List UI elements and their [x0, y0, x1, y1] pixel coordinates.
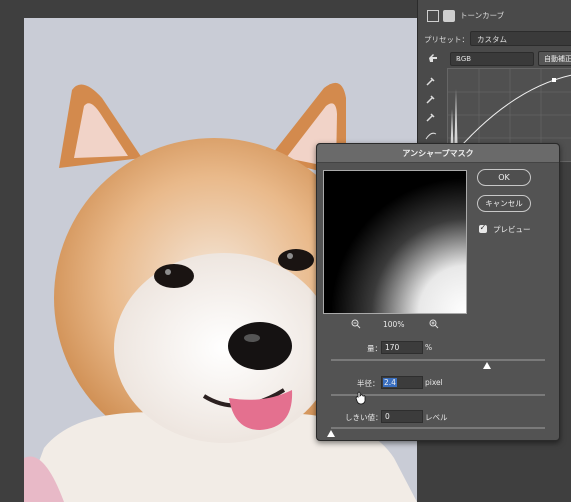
eyedropper-gray-icon[interactable]: [425, 93, 437, 105]
auto-button-label: 自動補正: [544, 55, 571, 63]
unsharp-mask-dialog: アンシャープマスク OK キャンセル ✓ プレビュー 100% 量： 170 %…: [316, 143, 560, 441]
filter-preview[interactable]: [323, 170, 467, 314]
dialog-title: アンシャープマスク: [402, 149, 474, 158]
radius-unit: pixel: [425, 378, 443, 387]
checkbox-icon: ✓: [479, 223, 487, 232]
amount-input[interactable]: 170: [381, 341, 423, 354]
ok-button[interactable]: OK: [477, 169, 531, 186]
curves-adjustment-icon[interactable]: [427, 10, 439, 22]
preset-select[interactable]: カスタム: [470, 31, 571, 46]
dialog-titlebar[interactable]: アンシャープマスク: [317, 144, 559, 163]
hand-on-image-icon[interactable]: [427, 52, 439, 64]
threshold-slider-track[interactable]: [331, 427, 545, 429]
amount-unit: %: [425, 343, 433, 352]
pointer-cursor-icon: [355, 391, 366, 405]
eyedropper-black-icon[interactable]: [425, 75, 437, 87]
zoom-level: 100%: [383, 320, 405, 329]
preset-value: カスタム: [477, 35, 507, 44]
preview-checkbox[interactable]: ✓: [479, 223, 487, 233]
amount-slider-thumb[interactable]: [483, 362, 491, 369]
preview-label: プレビュー: [493, 225, 531, 234]
radius-label: 半径：: [357, 379, 380, 388]
properties-tab-title: トーンカーブ: [460, 11, 505, 20]
amount-slider-track[interactable]: [331, 359, 545, 361]
channel-select[interactable]: RGB ⌄: [450, 52, 534, 66]
threshold-value: 0: [385, 412, 390, 421]
zoom-out-icon[interactable]: [351, 319, 361, 329]
cancel-button[interactable]: キャンセル: [477, 195, 531, 212]
threshold-label: しきい値：: [345, 413, 383, 422]
threshold-unit: レベル: [425, 413, 448, 422]
chevron-down-icon: ⌄: [456, 55, 462, 63]
curve-edit-icon[interactable]: [425, 129, 437, 141]
properties-tab[interactable]: トーンカーブ: [418, 7, 571, 23]
preset-label: プリセット：: [424, 35, 469, 44]
amount-label: 量：: [367, 344, 382, 353]
radius-input[interactable]: 2.4: [381, 376, 423, 389]
radius-value: 2.4: [383, 378, 397, 387]
threshold-slider-thumb[interactable]: [327, 430, 335, 437]
amount-value: 170: [385, 343, 400, 352]
eyedropper-white-icon[interactable]: [425, 111, 437, 123]
zoom-in-icon[interactable]: [429, 319, 439, 329]
threshold-input[interactable]: 0: [381, 410, 423, 423]
auto-button[interactable]: 自動補正: [538, 51, 571, 66]
mask-icon[interactable]: [443, 10, 455, 22]
